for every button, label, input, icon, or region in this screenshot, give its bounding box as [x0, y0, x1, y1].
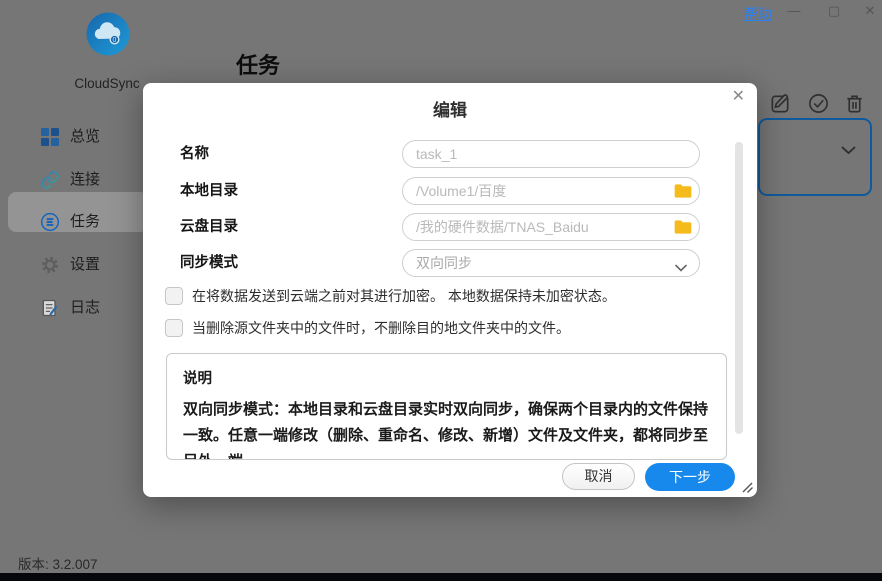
sidebar-item-overview[interactable]: 总览	[0, 117, 150, 157]
dialog-scrollbar[interactable]	[735, 142, 743, 434]
field-row-sync-mode: 同步模式 双向同步	[143, 249, 757, 277]
name-input[interactable]	[402, 140, 700, 168]
next-button[interactable]: 下一步	[645, 463, 735, 491]
sidebar-item-connections[interactable]: 连接	[0, 160, 150, 200]
task-row-panel[interactable]	[758, 118, 872, 196]
description-box: 说明 双向同步模式：本地目录和云盘目录实时双向同步，确保两个目录内的文件保持一致…	[166, 353, 727, 460]
edit-dialog: ✕ 编辑 名称 本地目录 云盘目录 同步模式 双向	[143, 83, 757, 497]
folder-browse-icon[interactable]	[673, 217, 693, 237]
cloud-directory-input[interactable]	[402, 213, 700, 241]
version-label: 版本: 3.2.007	[18, 553, 98, 573]
sync-mode-select[interactable]: 双向同步	[402, 249, 700, 277]
description-text: 双向同步模式：本地目录和云盘目录实时双向同步，确保两个目录内的文件保持一致。任意…	[183, 397, 710, 460]
app-window: 帮助 — ▢ ✕ 0 CloudSync 任务 总览	[0, 0, 882, 581]
dialog-title: 编辑	[143, 96, 757, 121]
sidebar-item-settings[interactable]: 设置	[0, 245, 150, 285]
sync-mode-value: 双向同步	[416, 250, 472, 276]
folder-browse-icon[interactable]	[673, 181, 693, 201]
field-row-name: 名称	[143, 140, 757, 168]
sidebar-item-label: 总览	[70, 127, 100, 147]
cloudsync-logo-icon: 0	[84, 10, 132, 63]
sidebar-item-label: 任务	[70, 212, 100, 232]
help-link[interactable]: 帮助	[744, 4, 772, 24]
sidebar-item-label: 连接	[70, 170, 100, 190]
window-close-icon[interactable]: ✕	[860, 3, 880, 19]
checkbox-label: 在将数据发送到云端之前对其进行加密。 本地数据保持未加密状态。	[192, 287, 616, 306]
checkbox-label: 当删除源文件夹中的文件时，不删除目的地文件夹中的文件。	[192, 319, 570, 338]
grid-icon	[40, 127, 60, 147]
sidebar-item-logs[interactable]: 日志	[0, 288, 150, 328]
resize-handle[interactable]	[738, 478, 754, 494]
edit-icon[interactable]	[769, 92, 792, 115]
page-title: 任务	[236, 48, 280, 80]
field-label: 同步模式	[180, 249, 238, 277]
sidebar-item-label: 设置	[70, 255, 100, 275]
chevron-down-icon	[675, 259, 687, 277]
field-label: 云盘目录	[180, 213, 238, 241]
log-icon	[40, 298, 60, 318]
sidebar-item-tasks[interactable]: 任务	[0, 202, 150, 242]
taskbar-strip	[0, 573, 882, 581]
minimize-icon[interactable]: —	[784, 3, 804, 18]
cancel-button[interactable]: 取消	[562, 463, 635, 490]
sidebar-item-label: 日志	[70, 298, 100, 318]
field-label: 名称	[180, 140, 209, 168]
field-label: 本地目录	[180, 177, 238, 205]
local-directory-input[interactable]	[402, 177, 700, 205]
link-icon	[40, 170, 60, 190]
description-title: 说明	[183, 367, 710, 388]
gear-icon	[40, 255, 60, 275]
maximize-icon[interactable]: ▢	[824, 3, 844, 19]
check-circle-icon[interactable]	[807, 92, 830, 115]
keep-deleted-checkbox[interactable]	[165, 319, 183, 337]
chevron-down-icon[interactable]	[841, 142, 856, 160]
tasks-icon	[40, 212, 60, 232]
field-row-cloud-dir: 云盘目录	[143, 213, 757, 241]
encrypt-checkbox[interactable]	[165, 287, 183, 305]
trash-icon[interactable]	[843, 92, 866, 115]
app-name: CloudSync	[58, 76, 156, 91]
field-row-local-dir: 本地目录	[143, 177, 757, 205]
svg-text:0: 0	[113, 37, 117, 44]
